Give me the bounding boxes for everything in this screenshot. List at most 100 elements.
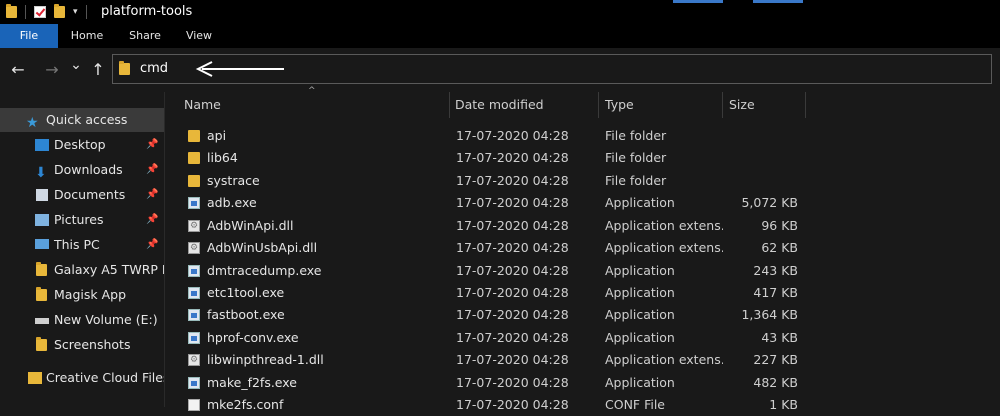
table-row[interactable]: systrace 17-07-2020 04:28 File folder xyxy=(164,170,1000,192)
tab-share[interactable]: Share xyxy=(120,24,170,48)
application-icon xyxy=(188,309,200,321)
recent-locations-icon[interactable]: ⌄ xyxy=(66,57,86,73)
new-folder-icon[interactable] xyxy=(54,4,65,18)
file-name: AdbWinUsbApi.dll xyxy=(207,240,318,255)
column-divider[interactable] xyxy=(805,92,806,118)
tab-view[interactable]: View xyxy=(176,24,222,48)
column-date-modified[interactable]: Date modified xyxy=(455,92,544,118)
dll-file-icon xyxy=(188,215,200,237)
table-row[interactable]: adb.exe 17-07-2020 04:28 Application 5,0… xyxy=(164,192,1000,214)
column-divider[interactable] xyxy=(449,92,450,118)
file-type: Application xyxy=(605,330,675,345)
file-type: Application extens... xyxy=(605,218,723,233)
column-divider[interactable] xyxy=(722,92,723,118)
file-date: 17-07-2020 04:28 xyxy=(456,263,569,278)
column-name[interactable]: Name xyxy=(184,92,221,118)
back-icon[interactable]: ← xyxy=(8,60,28,79)
file-size: 227 KB xyxy=(753,352,798,367)
table-row[interactable]: fastboot.exe 17-07-2020 04:28 Applicatio… xyxy=(164,304,1000,326)
sidebar-item-documents[interactable]: Documents 📌 xyxy=(0,183,164,207)
up-icon[interactable]: ↑ xyxy=(88,60,108,79)
window-title: platform-tools xyxy=(101,4,193,19)
separator xyxy=(85,5,87,19)
sidebar-item-screenshots[interactable]: Screenshots xyxy=(0,333,164,357)
sidebar-item-new-volume[interactable]: New Volume (E:) xyxy=(0,308,164,332)
file-date: 17-07-2020 04:28 xyxy=(456,307,569,322)
table-row[interactable]: AdbWinUsbApi.dll 17-07-2020 04:28 Applic… xyxy=(164,237,1000,259)
table-row[interactable]: etc1tool.exe 17-07-2020 04:28 Applicatio… xyxy=(164,282,1000,304)
quick-access-toolbar: ▾ xyxy=(6,4,87,20)
separator xyxy=(25,5,26,19)
file-date: 17-07-2020 04:28 xyxy=(456,397,569,412)
application-icon xyxy=(188,332,200,344)
sidebar-item-label: This PC xyxy=(54,237,100,252)
file-type: CONF File xyxy=(605,397,665,412)
file-name: etc1tool.exe xyxy=(207,285,285,300)
customize-toolbar-dropdown-icon[interactable]: ▾ xyxy=(73,7,78,17)
file-name: make_f2fs.exe xyxy=(207,375,297,390)
sidebar-item-desktop[interactable]: Desktop 📌 xyxy=(0,133,164,157)
file-type: Application extens... xyxy=(605,240,723,255)
file-name: lib64 xyxy=(207,150,238,165)
address-input[interactable]: cmd xyxy=(140,61,168,76)
desktop-icon xyxy=(35,139,49,151)
sidebar-item-pictures[interactable]: Pictures 📌 xyxy=(0,208,164,232)
downloads-icon: ⬇ xyxy=(35,165,47,181)
file-date: 17-07-2020 04:28 xyxy=(456,240,569,255)
tab-home[interactable]: Home xyxy=(62,24,112,48)
file-date: 17-07-2020 04:28 xyxy=(456,285,569,300)
column-type[interactable]: Type xyxy=(605,92,634,118)
ribbon: File Home Share View xyxy=(0,24,1000,48)
table-row[interactable]: make_f2fs.exe 17-07-2020 04:28 Applicati… xyxy=(164,372,1000,394)
sidebar-item-this-pc[interactable]: This PC 📌 xyxy=(0,233,164,257)
file-type: Application xyxy=(605,285,675,300)
folder-icon xyxy=(188,175,200,187)
file-size: 1,364 KB xyxy=(741,307,798,322)
forward-icon[interactable]: → xyxy=(42,60,62,79)
sidebar-item-creative-cloud[interactable]: Creative Cloud Files xyxy=(0,366,164,390)
pin-icon[interactable]: 📌 xyxy=(146,183,158,207)
file-date: 17-07-2020 04:28 xyxy=(456,128,569,143)
pc-icon xyxy=(35,239,49,249)
sidebar-item-label: Galaxy A5 TWRP Re xyxy=(54,262,164,277)
sidebar-item-magisk-app[interactable]: Magisk App xyxy=(0,283,164,307)
table-row[interactable]: libwinpthread-1.dll 17-07-2020 04:28 App… xyxy=(164,349,1000,371)
file-type: File folder xyxy=(605,173,667,188)
column-divider[interactable] xyxy=(598,92,599,118)
file-size: 62 KB xyxy=(761,240,798,255)
sidebar-item-quick-access[interactable]: ★ Quick access xyxy=(0,108,164,132)
navigation-pane: ★ Quick access Desktop 📌 ⬇ Downloads 📌 D… xyxy=(0,92,165,407)
folder-icon xyxy=(188,152,200,164)
sidebar-item-label: Quick access xyxy=(46,112,128,127)
pin-icon[interactable]: 📌 xyxy=(146,133,158,157)
table-row[interactable]: hprof-conv.exe 17-07-2020 04:28 Applicat… xyxy=(164,327,1000,349)
sidebar-item-label: Screenshots xyxy=(54,337,131,352)
file-date: 17-07-2020 04:28 xyxy=(456,195,569,210)
sidebar-item-label: New Volume (E:) xyxy=(54,312,158,327)
pin-icon[interactable]: 📌 xyxy=(146,208,158,232)
file-type: File folder xyxy=(605,128,667,143)
table-row[interactable]: dmtracedump.exe 17-07-2020 04:28 Applica… xyxy=(164,260,1000,282)
table-row[interactable]: mke2fs.conf 17-07-2020 04:28 CONF File 1… xyxy=(164,394,1000,416)
pin-icon[interactable]: 📌 xyxy=(146,158,158,182)
dll-file-icon xyxy=(188,237,200,259)
file-name: api xyxy=(207,128,227,143)
file-name: hprof-conv.exe xyxy=(207,330,299,345)
file-name: systrace xyxy=(207,173,260,188)
column-size[interactable]: Size xyxy=(729,92,755,118)
properties-icon[interactable] xyxy=(34,6,46,18)
file-name: mke2fs.conf xyxy=(207,397,284,412)
folder-icon xyxy=(36,337,47,351)
pin-icon[interactable]: 📌 xyxy=(146,233,158,257)
sidebar-item-galaxy-a5[interactable]: Galaxy A5 TWRP Re xyxy=(0,258,164,282)
table-row[interactable]: AdbWinApi.dll 17-07-2020 04:28 Applicati… xyxy=(164,215,1000,237)
sidebar-item-label: Pictures xyxy=(54,212,104,227)
documents-icon xyxy=(36,189,48,201)
file-name: fastboot.exe xyxy=(207,307,285,322)
table-row[interactable]: lib64 17-07-2020 04:28 File folder xyxy=(164,147,1000,169)
file-size: 43 KB xyxy=(761,330,798,345)
table-row[interactable]: api 17-07-2020 04:28 File folder xyxy=(164,125,1000,147)
sidebar-item-downloads[interactable]: ⬇ Downloads 📌 xyxy=(0,158,164,182)
pictures-icon xyxy=(35,214,49,226)
tab-file[interactable]: File xyxy=(0,24,58,48)
